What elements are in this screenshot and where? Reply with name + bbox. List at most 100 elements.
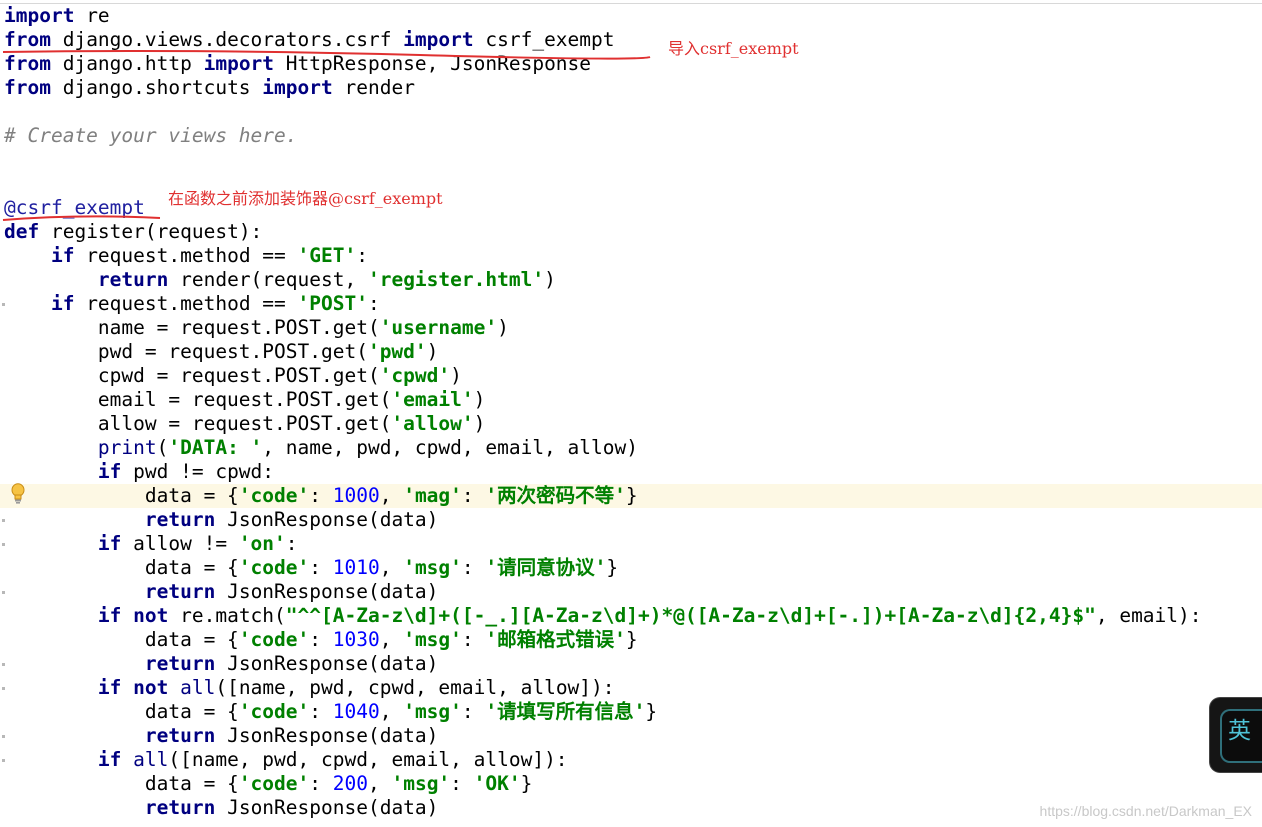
ime-status-widget[interactable]: 英 <box>1210 698 1262 772</box>
code-line[interactable]: return JsonResponse(data) <box>4 580 439 604</box>
token-text: : <box>309 556 333 579</box>
token-kw: from <box>4 76 51 99</box>
code-line[interactable]: return render(request, 'register.html') <box>4 268 556 292</box>
token-text: cpwd = request.POST.get( <box>4 364 380 387</box>
code-line[interactable]: def register(request): <box>4 220 262 244</box>
token-text: , <box>379 700 404 723</box>
token-kw: return <box>144 724 216 747</box>
code-line[interactable]: if not all([name, pwd, cpwd, email, allo… <box>4 676 615 700</box>
code-line[interactable]: return JsonResponse(data) <box>4 508 439 532</box>
token-text: : <box>309 628 333 651</box>
code-line[interactable]: cpwd = request.POST.get('cpwd') <box>4 364 462 388</box>
code-line[interactable]: print('DATA: ', name, pwd, cpwd, email, … <box>4 436 638 460</box>
code-line[interactable]: email = request.POST.get('email') <box>4 388 485 412</box>
token-kw: def <box>4 220 40 243</box>
token-kw: import <box>403 28 474 51</box>
token-str: '请同意协议' <box>485 556 607 579</box>
code-line[interactable]: return JsonResponse(data) <box>4 724 439 748</box>
code-line[interactable]: data = {'code': 1000, 'mag': '两次密码不等'} <box>4 484 638 508</box>
code-line[interactable]: pwd = request.POST.get('pwd') <box>4 340 439 364</box>
token-text: ([name, pwd, cpwd, email, allow]): <box>168 748 568 771</box>
token-text: JsonResponse(data) <box>215 652 439 675</box>
token-text: ) <box>497 316 509 339</box>
token-kw: return <box>144 652 216 675</box>
token-text: } <box>606 556 619 579</box>
token-text: JsonResponse(data) <box>215 724 439 747</box>
token-text: ) <box>544 268 556 291</box>
token-text: request.method == <box>74 244 298 267</box>
lightbulb-icon[interactable] <box>10 483 26 505</box>
token-text: HttpResponse, JsonResponse <box>274 52 592 75</box>
code-line[interactable]: allow = request.POST.get('allow') <box>4 412 485 436</box>
token-str: 'msg' <box>403 628 462 651</box>
code-line[interactable]: from django.shortcuts import render <box>4 76 415 100</box>
token-text: : <box>450 772 474 795</box>
token-text: : <box>461 628 486 651</box>
code-line[interactable]: data = {'code': 1040, 'msg': '请填写所有信息'} <box>4 700 657 724</box>
code-line[interactable]: data = {'code': 200, 'msg': 'OK'} <box>4 772 533 796</box>
token-str: 'msg' <box>391 772 451 795</box>
watermark: https://blog.csdn.net/Darkman_EX <box>1039 803 1252 819</box>
code-line[interactable]: if all([name, pwd, cpwd, email, allow]): <box>4 748 568 772</box>
code-line[interactable]: name = request.POST.get('username') <box>4 316 509 340</box>
token-kw: return <box>144 580 216 603</box>
code-line[interactable]: if pwd != cpwd: <box>4 460 274 484</box>
token-str: '邮箱格式错误' <box>485 628 626 651</box>
import-annotation: 导入csrf_exempt <box>668 39 799 58</box>
token-text: pwd = request.POST.get( <box>4 340 368 363</box>
ime-mode-label[interactable]: 英 <box>1228 711 1251 745</box>
token-text: , <box>379 484 404 507</box>
token-text: re.match( <box>168 604 286 627</box>
token-num: 200 <box>332 772 368 795</box>
token-text: data = { <box>4 484 239 507</box>
code-line[interactable]: # Create your views here. <box>4 124 298 148</box>
token-text: csrf_exempt <box>473 28 615 51</box>
token-text: : <box>309 484 333 507</box>
code-line[interactable]: if request.method == 'POST': <box>4 292 380 316</box>
code-line[interactable]: import re <box>4 4 110 28</box>
token-kw: if <box>97 532 122 555</box>
code-line[interactable]: if request.method == 'GET': <box>4 244 368 268</box>
token-str: 'code' <box>238 556 310 579</box>
code-line[interactable]: return JsonResponse(data) <box>4 652 439 676</box>
token-str: 'code' <box>238 700 310 723</box>
token-str: 'OK' <box>473 772 521 795</box>
token-text: , email): <box>1095 604 1202 627</box>
token-kw: if <box>97 748 122 771</box>
token-text: render(request, <box>168 268 368 291</box>
token-str: 'msg' <box>403 556 462 579</box>
code-line[interactable]: data = {'code': 1030, 'msg': '邮箱格式错误'} <box>4 628 638 652</box>
code-line[interactable]: return JsonResponse(data) <box>4 796 439 820</box>
token-kw: if not <box>97 604 169 627</box>
token-text: JsonResponse(data) <box>215 508 439 531</box>
token-text: ([name, pwd, cpwd, email, allow]): <box>215 676 615 699</box>
token-str: 'username' <box>379 316 498 339</box>
token-text: , <box>367 772 392 795</box>
code-line[interactable]: data = {'code': 1010, 'msg': '请同意协议'} <box>4 556 618 580</box>
token-kw: from <box>4 28 51 51</box>
code-editor[interactable]: import re from django.views.decorators.cs… <box>0 0 1262 827</box>
code-line[interactable]: from django.views.decorators.csrf import… <box>4 28 615 52</box>
token-text: allow = request.POST.get( <box>4 412 392 435</box>
token-str: 'POST' <box>297 292 368 315</box>
token-str: 'code' <box>238 772 310 795</box>
token-text: allow != <box>121 532 239 555</box>
token-text: name = request.POST.get( <box>4 316 380 339</box>
token-text: JsonResponse(data) <box>215 580 439 603</box>
token-text: JsonResponse(data) <box>215 796 439 819</box>
token-str: 'msg' <box>403 700 462 723</box>
token-text: ) <box>450 364 462 387</box>
code-line[interactable]: if not re.match("^^[A-Za-z\d]+([-_.][A-Z… <box>4 604 1202 628</box>
code-line[interactable]: if allow != 'on': <box>4 532 298 556</box>
code-line[interactable]: from django.http import HttpResponse, Js… <box>4 52 591 76</box>
code-line[interactable]: @csrf_exempt <box>4 196 145 220</box>
token-text: data = { <box>4 772 239 795</box>
token-text: , name, pwd, cpwd, email, allow) <box>262 436 638 459</box>
